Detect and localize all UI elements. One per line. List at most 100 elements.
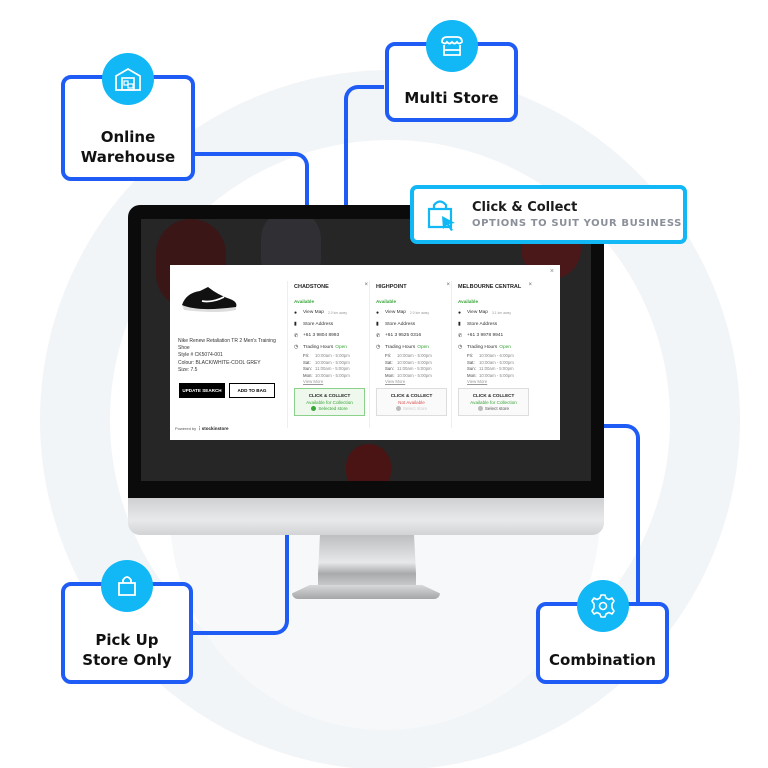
collection-status: Available for Collection (306, 399, 353, 405)
store-address-link[interactable]: Store Address (303, 322, 333, 327)
day: Sun: (303, 366, 312, 372)
powered-by-label: Powered by (175, 426, 197, 431)
trading-hours: Fri: 10:00am - 5:00pm Sat: 10:00am - 5:00pm… (385, 353, 454, 379)
clock-icon: ◷ (294, 344, 299, 350)
hours-time: 11:00am - 5:00pm (397, 366, 432, 372)
availability-status: Available (458, 299, 479, 304)
trading-hours-row: Sat: 10:00am - 5:00pm (303, 360, 372, 367)
feature-label: Multi Store (404, 89, 499, 107)
building-icon: ▮ (294, 321, 297, 327)
trading-hours-row: Mon: 10:00am - 5:00pm (303, 373, 372, 380)
phone-icon: ✆ (294, 332, 299, 339)
product-name: Nike Renew Retaliation TR 2 Men's Traini… (178, 338, 276, 352)
store-phone[interactable]: +61 3 9978 9941 (467, 333, 503, 338)
day: Sat: (467, 359, 475, 365)
trading-hours-label: Trading Hours (385, 344, 416, 350)
store-distance: 2.0 km away (409, 310, 430, 315)
feature-online-warehouse: Online Warehouse (61, 53, 195, 181)
store-address-link[interactable]: Store Address (467, 322, 497, 327)
availability-status: Available (376, 299, 397, 304)
view-map-link[interactable]: View Map (467, 310, 488, 315)
day: Sun: (467, 366, 476, 372)
gear-icon (576, 580, 629, 632)
view-more-link[interactable]: View More (467, 379, 536, 384)
feature-label: Warehouse (80, 148, 176, 166)
store-address-link[interactable]: Store Address (385, 322, 415, 327)
select-store-label: Select store (484, 406, 510, 412)
map-pin-icon: ● (458, 309, 462, 316)
trading-hours: Fri: 10:00am - 6:00pm Sat: 10:00am - 5:00pm… (467, 353, 536, 379)
feature-combination: Combination (536, 580, 669, 684)
click-collect-callout: Click & Collect OPTIONS TO SUIT YOUR BUS… (410, 185, 687, 244)
day: Fri: (467, 353, 474, 358)
monitor-chin (128, 498, 604, 535)
store-phone[interactable]: +61 3 9525 0316 (385, 333, 421, 338)
monitor-stand (318, 535, 416, 590)
trading-hours-row: Mon: 10:00am - 5:00pm (467, 373, 536, 380)
monitor-stand-base (292, 585, 440, 599)
store-name: MELBOURNE CENTRAL (458, 284, 522, 290)
connector-combination (600, 424, 640, 604)
hours-time: 10:00am - 5:00pm (479, 359, 514, 365)
remove-store-button[interactable]: × (446, 282, 450, 288)
map-pin-icon: ● (376, 309, 380, 316)
product-info: Nike Renew Retaliation TR 2 Men's Traini… (178, 338, 286, 374)
view-more-link[interactable]: View More (385, 379, 454, 384)
collection-status: Available for Collection (470, 399, 517, 405)
store-phone[interactable]: +61 3 9804 8993 (303, 333, 339, 338)
open-status: Open (335, 344, 347, 350)
feature-label: Store Only (82, 651, 172, 669)
day: Fri: (385, 353, 392, 358)
click-collect-option[interactable]: CLICK & COLLECT Available for Collection… (458, 388, 529, 417)
feature-label: Pick Up (95, 631, 159, 649)
remove-store-button[interactable]: × (528, 282, 532, 288)
view-more-link[interactable]: View More (303, 379, 372, 384)
map-pin-icon: ● (294, 309, 298, 316)
update-search-button[interactable]: UPDATE SEARCH (179, 383, 225, 398)
click-collect-option[interactable]: CLICK & COLLECT Not Available Select sto… (376, 388, 447, 417)
select-store-label: Select store (402, 406, 428, 412)
building-icon: ▮ (376, 321, 379, 327)
view-map-link[interactable]: View Map (385, 310, 406, 315)
trading-hours-row: Sat: 10:00am - 5:00pm (385, 360, 454, 367)
modal-close-button[interactable]: × (550, 268, 554, 275)
day: Sat: (303, 359, 311, 365)
view-map-link[interactable]: View Map (303, 310, 324, 315)
phone-icon: ✆ (376, 332, 381, 339)
remove-store-button[interactable]: × (364, 282, 368, 288)
callout-title: Click & Collect (472, 200, 578, 215)
click-collect-title: CLICK & COLLECT (390, 393, 433, 399)
day: Mon: (303, 372, 313, 378)
check-circle-icon (311, 406, 317, 412)
powered-by: Powered by ⋮stockinstore (175, 426, 229, 432)
store-name: CHADSTONE (294, 284, 329, 290)
click-collect-title: CLICK & COLLECT (472, 393, 515, 399)
trading-hours-label: Trading Hours (467, 344, 498, 350)
hours-time: 10:00am - 5:00pm (397, 359, 432, 365)
connector-multistore (344, 85, 384, 208)
building-icon: ▮ (458, 321, 461, 327)
warehouse-icon (102, 53, 154, 105)
store-divider (287, 281, 288, 428)
clock-icon: ◷ (458, 344, 463, 350)
phone-icon: ✆ (458, 332, 463, 339)
store-name: HIGHPOINT (376, 284, 407, 290)
hours-time: 10:00am - 5:00pm (315, 372, 350, 378)
trading-hours-row: Mon: 10:00am - 5:00pm (385, 373, 454, 380)
hours-time: 10:00am - 5:00pm (397, 353, 432, 358)
bag-cursor-icon (427, 199, 455, 231)
store-distance: 3.1 km away (491, 310, 512, 315)
availability-status: Available (294, 299, 315, 304)
connector-pickup (190, 535, 289, 635)
store-column: MELBOURNE CENTRAL × Available ● View Map 3… (458, 282, 536, 428)
product-colour: Colour: BLACK/WHITE-COOL GREY (178, 359, 261, 366)
connector-warehouse (193, 152, 309, 208)
trading-hours-row: Sun: 11:00am - 5:00pm (303, 366, 372, 373)
stockinstore-logo: ⋮stockinstore (197, 426, 229, 431)
click-collect-option[interactable]: CLICK & COLLECT Available for Collection… (294, 388, 365, 417)
add-to-bag-button[interactable]: ADD TO BAG (229, 383, 275, 398)
open-status: Open (499, 344, 511, 350)
hours-time: 11:00am - 5:00pm (479, 366, 514, 372)
day: Sat: (385, 359, 393, 365)
trading-hours-row: Sat: 10:00am - 5:00pm (467, 360, 536, 367)
